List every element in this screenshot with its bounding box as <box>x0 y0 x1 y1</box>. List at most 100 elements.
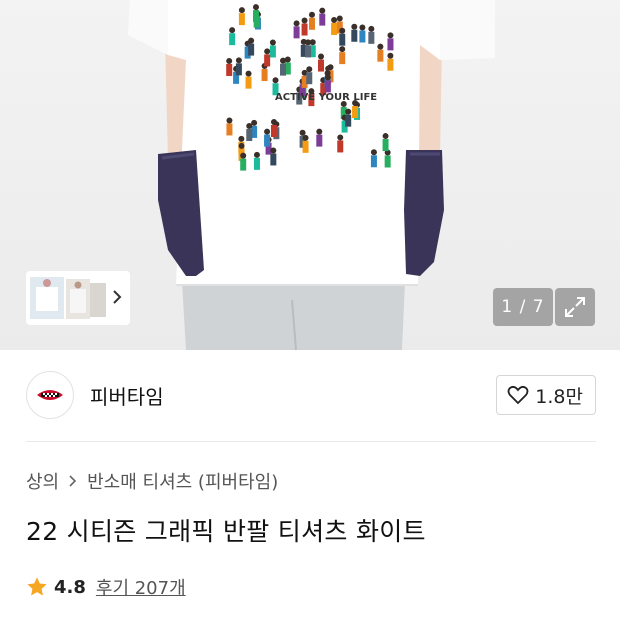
crowd-figure <box>229 33 236 46</box>
crowd-figure-head <box>229 27 236 34</box>
crowd-figure <box>384 155 391 168</box>
crowd-figure <box>345 114 352 127</box>
expand-button[interactable] <box>555 288 595 326</box>
brand-logo-icon <box>37 390 63 400</box>
crowd-figure-head <box>306 66 313 73</box>
crowd-figure <box>308 17 315 30</box>
crowd-figure-head <box>368 25 375 32</box>
crowd-figure-head <box>246 122 253 129</box>
crowd-figure-head <box>280 57 287 64</box>
crowd-figure <box>316 134 323 147</box>
crowd-figure <box>305 45 312 58</box>
crowd-figure-head <box>308 11 315 18</box>
crowd-figure-head <box>387 32 394 39</box>
crowd-figure-head <box>339 46 346 53</box>
crowd-figure <box>240 158 247 171</box>
crowd-figure-head <box>238 142 245 149</box>
crowd-figure-head <box>317 53 324 60</box>
crowd-figure-head <box>253 151 260 158</box>
crowd-figure <box>377 49 384 62</box>
crowd-figure <box>226 63 233 76</box>
shirt-print-text: ACTIVE YOUR LIFE <box>275 92 377 103</box>
crowd-figure <box>351 29 358 42</box>
reviews-link[interactable]: 후기 207개 <box>96 574 186 600</box>
crowd-figure-head <box>270 147 277 154</box>
divider <box>26 441 596 442</box>
product-image-gallery[interactable]: ACTIVE YOUR LIFE 1 / 7 <box>0 0 620 350</box>
crowd-figure-head <box>370 149 377 156</box>
brand-name[interactable]: 피버타임 <box>90 381 164 410</box>
crowd-figure-head <box>226 57 233 64</box>
heart-outline-icon <box>507 385 529 405</box>
crowd-figure-head <box>336 15 343 22</box>
product-title: 22 시티즌 그래픽 반팔 티셔츠 화이트 <box>26 517 426 546</box>
crowd-figure-head <box>387 52 394 59</box>
crowd-figure <box>252 10 259 23</box>
crowd-figure-head <box>324 74 331 81</box>
breadcrumb-item-short-sleeve[interactable]: 반소매 티셔츠 (피버타임) <box>87 468 278 494</box>
thumbnail-strip[interactable] <box>26 271 130 325</box>
crowd-figure <box>226 123 233 136</box>
crowd-figure <box>270 153 277 166</box>
crowd-figure <box>238 13 245 26</box>
crowd-figure-head <box>301 17 308 24</box>
crowd-figure-head <box>240 152 247 159</box>
crowd-figure <box>301 23 308 36</box>
crowd-figure <box>246 128 253 141</box>
crowd-figure-head <box>302 134 309 141</box>
breadcrumb: 상의 반소매 티셔츠 (피버타임) <box>26 468 278 494</box>
crowd-figure-head <box>252 4 259 11</box>
crowd-figure-head <box>299 129 306 136</box>
crowd-figure <box>337 140 344 153</box>
crowd-figure <box>387 38 394 51</box>
thumbnail-images[interactable] <box>30 275 108 321</box>
crowd-figure-head <box>264 48 271 55</box>
crowd-figure-head <box>351 23 358 30</box>
like-button[interactable]: 1.8만 <box>496 375 596 415</box>
crowd-figure <box>261 69 268 82</box>
crowd-figure <box>319 13 326 26</box>
crowd-figure-head <box>305 39 312 46</box>
crowd-figure <box>248 43 255 56</box>
crowd-figure-head <box>327 64 334 71</box>
rating-score: 4.8 <box>54 576 86 598</box>
crowd-figure-head <box>382 133 389 140</box>
crowd-figure-head <box>238 135 245 142</box>
crowd-figure-head <box>293 20 300 27</box>
crowd-figure-head <box>331 16 338 23</box>
crowd-figure <box>245 76 252 89</box>
crowd-figure-head <box>377 43 384 50</box>
crowd-figure-head <box>359 24 366 31</box>
brand-row: 피버타임 1.8만 <box>26 370 596 420</box>
breadcrumb-item-tops[interactable]: 상의 <box>26 468 59 494</box>
crowd-figure-head <box>264 128 271 135</box>
crowd-figure <box>235 63 242 76</box>
rating-row: 4.8 후기 207개 <box>26 574 186 600</box>
crowd-figure-head <box>316 128 323 135</box>
brand-logo[interactable] <box>26 371 74 419</box>
crowd-figure <box>253 157 260 170</box>
crowd-figure <box>387 58 394 71</box>
crowd-figure-head <box>319 7 326 14</box>
crowd-figure-head <box>235 57 242 64</box>
crowd-figure <box>368 31 375 44</box>
crowd-figure <box>331 22 338 35</box>
crowd-figure <box>264 54 271 67</box>
crowd-figure <box>339 33 346 46</box>
crowd-figure-head <box>337 134 344 141</box>
crowd-figure-head <box>345 108 352 115</box>
crowd-figure <box>264 134 271 147</box>
crowd-figure-head <box>339 27 346 34</box>
chevron-right-icon[interactable] <box>112 289 122 308</box>
crowd-figure <box>339 52 346 65</box>
crowd-figure-head <box>238 7 245 14</box>
crowd-figure-head <box>269 39 276 46</box>
crowd-figure <box>293 26 300 39</box>
crowd-figure <box>359 30 366 43</box>
crowd-figure <box>302 140 309 153</box>
crowd-figure <box>269 45 276 58</box>
crowd-figure-head <box>272 77 279 84</box>
crowd-figure <box>280 63 287 76</box>
crowd-figure-head <box>226 117 233 124</box>
crowd-figure-head <box>248 37 255 44</box>
